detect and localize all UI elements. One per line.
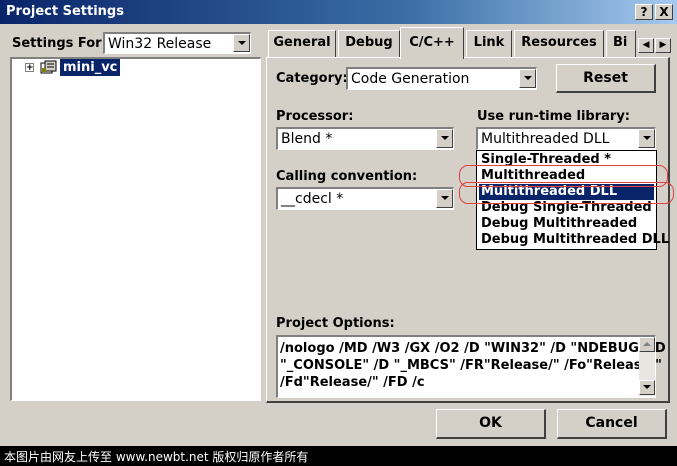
chevron-down-icon[interactable] [436,189,453,208]
scroll-down-icon[interactable] [639,380,655,395]
settings-for-label: Settings For: [12,36,107,51]
tab-link[interactable]: Link [466,30,512,57]
category-value: Code Generation [351,71,470,87]
ok-button[interactable]: OK [436,409,546,439]
tab-browse[interactable]: Bi [606,30,636,57]
list-item[interactable]: Debug Multithreaded [479,216,654,232]
settings-for-dropdown[interactable]: Win32 Release [103,32,251,54]
help-button[interactable]: ? [635,4,653,20]
expand-icon[interactable]: + [25,63,34,73]
scrollbar[interactable] [639,337,655,396]
reset-button[interactable]: Reset [556,64,656,93]
annotation-oval [459,182,674,204]
close-icon: X [659,5,669,19]
settings-for-value: Win32 Release [108,36,212,52]
project-tree[interactable]: + mini_vc [10,57,261,401]
project-options-label: Project Options: [276,316,395,331]
watermark-text: 本图片由网友上传至 www.newbt.net 版权归原作者所有 [4,450,309,464]
chevron-down-icon[interactable] [638,129,655,148]
runtime-library-label: Use run-time library: [477,109,630,124]
question-icon: ? [640,5,648,19]
cancel-button[interactable]: Cancel [557,409,667,439]
tab-scroll-left[interactable]: ◀ [638,38,654,53]
runtime-library-value: Multithreaded DLL [481,131,610,147]
project-icon [40,60,58,75]
calling-convention-label: Calling convention: [276,169,418,184]
chevron-left-icon: ◀ [642,40,650,50]
tab-debug[interactable]: Debug [338,30,400,57]
list-item[interactable]: Debug Multithreaded DLL [479,232,669,248]
chevron-down-icon[interactable] [436,129,453,148]
scroll-up-icon[interactable] [639,337,655,352]
tab-resources[interactable]: Resources [514,30,604,57]
processor-label: Processor: [276,109,354,124]
chevron-down-icon[interactable] [233,34,250,52]
close-button[interactable]: X [655,4,673,20]
category-label: Category: [276,71,348,86]
tab-scroll-right[interactable]: ▶ [655,38,671,53]
tab-cpp[interactable]: C/C++ [400,27,464,59]
calling-convention-dropdown[interactable]: __cdecl * [276,187,454,210]
project-options-text: /nologo /MD /W3 /GX /O2 /D "WIN32" /D "N… [280,341,666,390]
project-options-textarea[interactable]: /nologo /MD /W3 /GX /O2 /D "WIN32" /D "N… [276,335,666,398]
chevron-down-icon[interactable] [519,69,536,88]
title-bar[interactable]: Project Settings ? X [0,0,677,24]
processor-dropdown[interactable]: Blend * [276,127,454,150]
calling-convention-value: __cdecl * [281,191,344,207]
tree-item-project[interactable]: mini_vc [60,59,121,76]
window-title: Project Settings [6,4,124,19]
processor-value: Blend * [281,131,333,147]
category-dropdown[interactable]: Code Generation [346,67,537,90]
watermark-strip: 本图片由网友上传至 www.newbt.net 版权归原作者所有 [0,446,677,466]
chevron-right-icon: ▶ [659,40,667,50]
tab-general[interactable]: General [268,30,336,57]
runtime-library-dropdown[interactable]: Multithreaded DLL [476,127,656,150]
